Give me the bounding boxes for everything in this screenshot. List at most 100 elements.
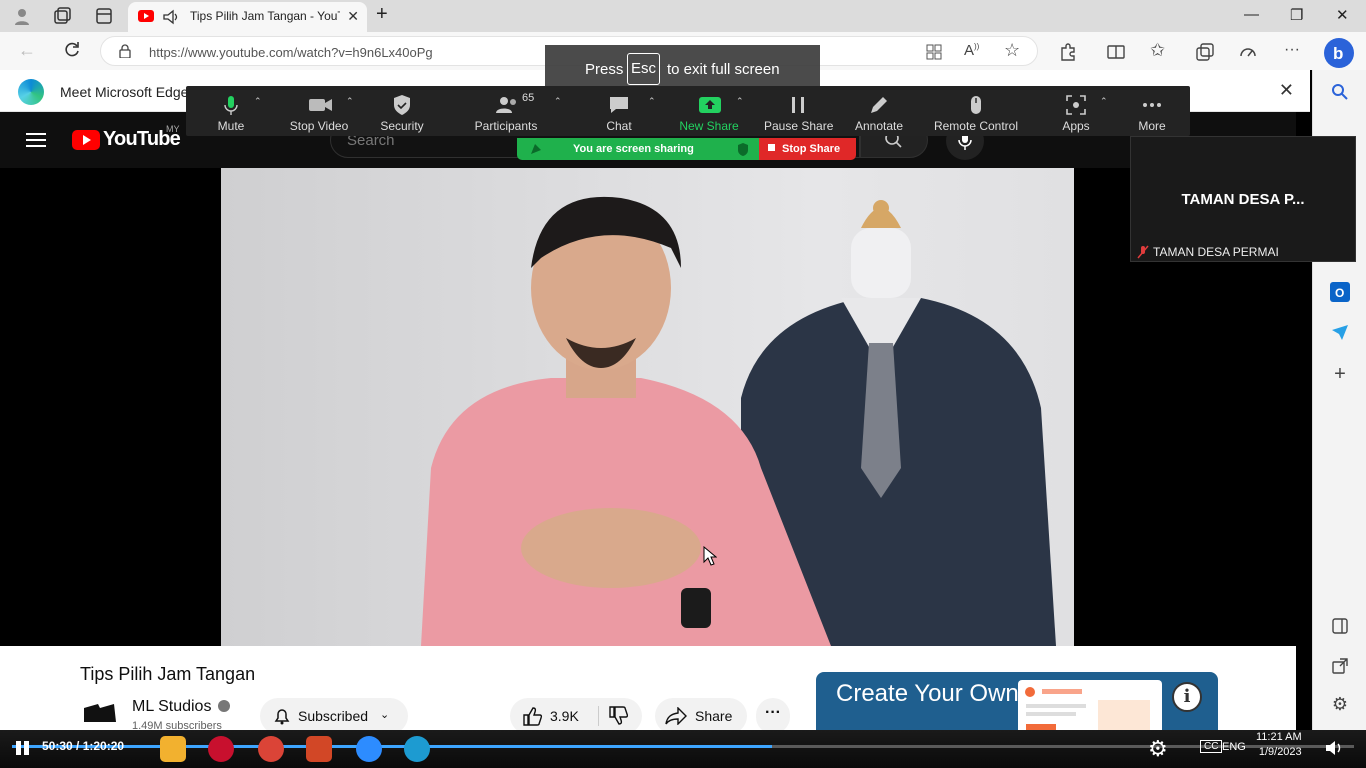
sidebar-toggle-icon[interactable]	[1330, 616, 1350, 636]
new-share-button[interactable]: New Share	[676, 86, 742, 136]
new-tab-button[interactable]: +	[376, 3, 388, 26]
outlook-icon[interactable]: O	[1330, 282, 1350, 302]
speaker-icon[interactable]	[162, 8, 180, 26]
add-sidebar-icon[interactable]: +	[1330, 364, 1350, 384]
bing-chat-icon[interactable]: b	[1324, 38, 1354, 68]
muted-mic-icon	[1137, 245, 1149, 259]
clock-date: 1/9/2023	[1258, 746, 1302, 758]
settings-icon[interactable]: ⚙	[1148, 736, 1168, 762]
video-frame[interactable]	[221, 168, 1074, 646]
more-button[interactable]: More	[1132, 86, 1172, 136]
workspaces-icon[interactable]	[52, 6, 72, 26]
file-explorer-icon[interactable]	[160, 736, 186, 762]
player-control-bar: 50:30 / 1:20:20 ⚙ CC ENG 11:21 AM 1/9/20…	[0, 730, 1366, 768]
close-tab-icon[interactable]: ✕	[347, 8, 359, 25]
remote-control-button[interactable]: Remote Control	[930, 86, 1022, 136]
edge-logo-icon	[18, 79, 44, 105]
hamburger-menu-icon[interactable]	[26, 132, 46, 148]
external-link-icon[interactable]	[1330, 656, 1350, 676]
more-dots-icon: ···	[765, 704, 781, 721]
sharing-status-text: You are screen sharing	[573, 143, 694, 155]
apps-button[interactable]: Apps	[1056, 86, 1096, 136]
more-label: More	[1138, 119, 1166, 133]
more-actions-button[interactable]: ···	[756, 698, 790, 734]
chat-button[interactable]: Chat	[594, 86, 644, 136]
stop-video-label: Stop Video	[289, 119, 349, 133]
mouse-icon	[965, 94, 987, 116]
thumbs-down-icon[interactable]	[608, 706, 630, 726]
mute-options-chevron-icon[interactable]: ⌃	[254, 96, 262, 107]
browser-tab-bar: Tips Pilih Jam Tangan - YouTube ✕ + — ❐ …	[0, 0, 1366, 32]
performance-icon[interactable]	[1238, 42, 1258, 62]
stop-square-icon	[768, 144, 775, 151]
chrome-icon[interactable]	[258, 736, 284, 762]
apps-options-chevron-icon[interactable]: ⌃	[1100, 96, 1108, 107]
close-window-button[interactable]: ✕	[1336, 6, 1349, 24]
refresh-icon[interactable]	[62, 40, 82, 60]
extensions-icon[interactable]	[1058, 42, 1078, 62]
share-button[interactable]: Share	[655, 698, 747, 734]
participants-options-chevron-icon[interactable]: ⌃	[554, 96, 562, 107]
chat-options-chevron-icon[interactable]: ⌃	[648, 96, 656, 107]
like-count[interactable]: 3.9K	[550, 708, 579, 724]
thumbs-up-icon[interactable]	[522, 706, 544, 726]
screen-sharing-indicator[interactable]: You are screen sharing	[517, 138, 759, 160]
mute-button[interactable]: Mute	[206, 86, 256, 136]
svg-text:O: O	[1335, 286, 1344, 300]
minimize-button[interactable]: —	[1244, 6, 1259, 23]
esc-key: Esc	[627, 53, 660, 85]
annotate-button[interactable]: Annotate	[850, 86, 908, 136]
subscribed-label: Subscribed	[298, 708, 369, 724]
profile-icon[interactable]	[12, 6, 32, 26]
participants-label: Participants	[474, 119, 538, 133]
collections-icon[interactable]	[1195, 42, 1215, 62]
tab-title: Tips Pilih Jam Tangan - YouTube	[190, 9, 340, 23]
video-player[interactable]	[0, 168, 1296, 646]
split-screen-icon[interactable]	[1106, 42, 1126, 62]
restore-button[interactable]: ❐	[1290, 6, 1303, 24]
like-divider	[598, 706, 599, 726]
share-options-chevron-icon[interactable]: ⌃	[736, 96, 744, 107]
video-camera-icon	[308, 94, 332, 116]
read-aloud-icon[interactable]: A))	[964, 42, 984, 62]
channel-avatar[interactable]	[84, 704, 116, 724]
back-icon[interactable]: ←	[18, 40, 36, 61]
more-menu-icon[interactable]: ···	[1284, 41, 1304, 61]
like-dislike-group: 3.9K	[510, 698, 642, 734]
edge-taskbar-icon[interactable]	[404, 736, 430, 762]
system-clock[interactable]: 11:21 AM 1/9/2023	[1256, 730, 1302, 760]
channel-name[interactable]: ML Studios	[132, 698, 211, 716]
video-options-chevron-icon[interactable]: ⌃	[346, 96, 354, 107]
zoom-app-icon[interactable]	[356, 736, 382, 762]
favorites-icon[interactable]: ✩	[1150, 40, 1170, 60]
captions-cc-icon[interactable]: CC	[1200, 740, 1223, 753]
promo-text[interactable]: Meet Microsoft Edge	[60, 84, 188, 100]
volume-icon[interactable]	[1324, 738, 1346, 758]
send-icon[interactable]	[1330, 322, 1350, 342]
close-promo-icon[interactable]: ✕	[1279, 80, 1294, 101]
sharing-status-icon	[529, 142, 543, 156]
stop-share-button[interactable]: Stop Share	[759, 138, 856, 160]
favorite-star-icon[interactable]: ☆	[1004, 40, 1024, 60]
opera-icon[interactable]	[208, 736, 234, 762]
zoom-participant-tile[interactable]: TAMAN DESA P... TAMAN DESA PERMAI	[1130, 136, 1356, 262]
security-button[interactable]: Security	[372, 86, 432, 136]
app-available-icon[interactable]	[924, 42, 944, 62]
lock-icon[interactable]	[119, 44, 131, 58]
url-text[interactable]: https://www.youtube.com/watch?v=h9n6Lx40…	[149, 45, 433, 60]
tab-actions-icon[interactable]	[94, 6, 114, 26]
settings-gear-icon[interactable]: ⚙	[1330, 694, 1350, 714]
region-code: MY	[166, 124, 180, 134]
stop-video-button[interactable]: Stop Video	[284, 86, 354, 136]
search-icon[interactable]	[1330, 82, 1350, 102]
annotate-label: Annotate	[854, 119, 904, 133]
ad-info-icon[interactable]: i	[1172, 682, 1202, 712]
language-indicator[interactable]: ENG	[1222, 741, 1246, 753]
youtube-logo-icon[interactable]	[72, 130, 100, 150]
subscribed-button[interactable]: Subscribed ⌄	[260, 698, 408, 734]
tab-youtube[interactable]: Tips Pilih Jam Tangan - YouTube ✕	[128, 2, 367, 32]
pause-share-button[interactable]: Pause Share	[764, 86, 833, 136]
pause-button-icon[interactable]	[14, 740, 32, 756]
apps-label: Apps	[1062, 119, 1090, 133]
powerpoint-icon[interactable]	[306, 736, 332, 762]
